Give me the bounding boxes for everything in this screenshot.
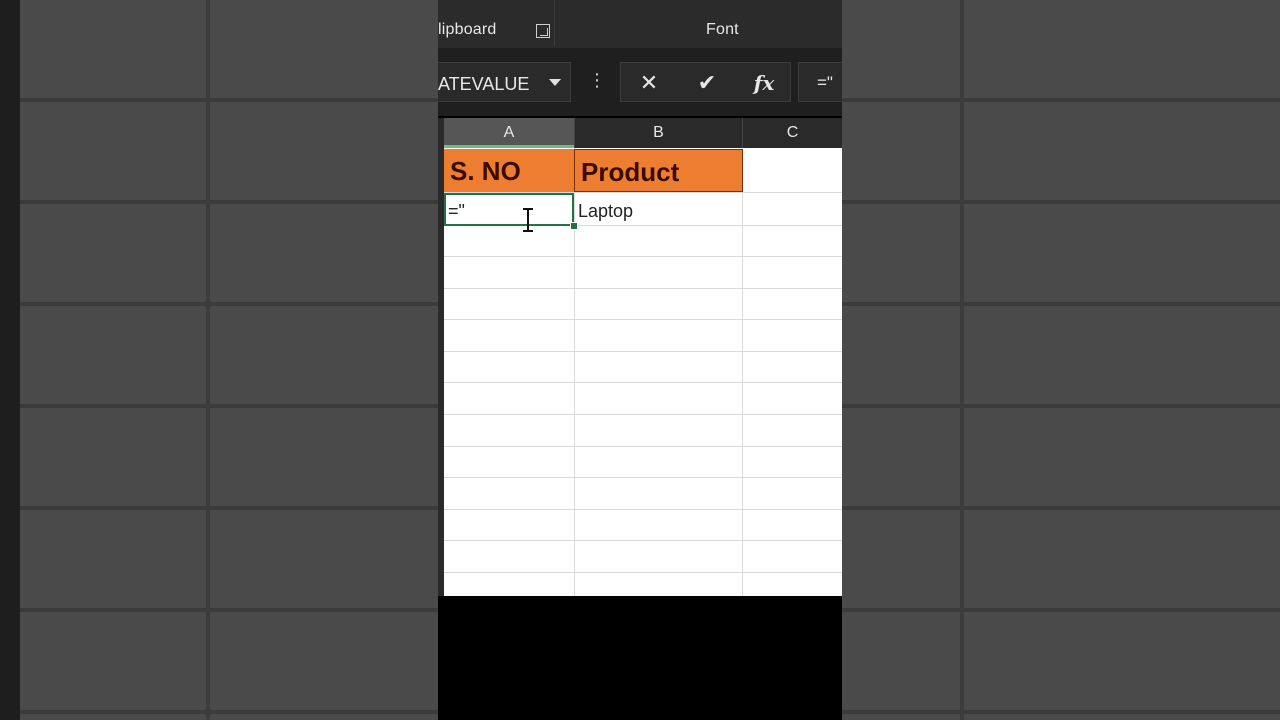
formula-input-value: =" [817, 73, 833, 92]
column-gridline [574, 148, 575, 596]
excel-window: lipboard Font ATEVALUE ⋮ ✕ ✔ fx =" A B C [438, 0, 842, 720]
row-gridline [444, 382, 842, 383]
clipboard-group-label: lipboard [438, 21, 497, 38]
row-gridline [444, 509, 842, 510]
worksheet-grid: S. NO Product =" Laptop [438, 148, 842, 596]
cancel-button[interactable]: ✕ [633, 69, 665, 97]
formula-bar: ATEVALUE ⋮ ✕ ✔ fx =" [438, 48, 842, 116]
name-box-value: ATEVALUE [438, 74, 530, 94]
formula-buttons: ✕ ✔ fx [620, 62, 791, 102]
column-header-a[interactable]: A [444, 118, 574, 148]
row-gridline [444, 351, 842, 352]
name-box[interactable]: ATEVALUE [438, 62, 571, 102]
enter-button[interactable]: ✔ [691, 69, 723, 97]
row-gridline [444, 572, 842, 573]
active-cell-border[interactable] [444, 193, 574, 226]
row-gridline [444, 540, 842, 541]
background-divider [960, 0, 964, 720]
more-options-icon[interactable]: ⋮ [588, 70, 606, 94]
chevron-down-icon[interactable] [549, 79, 561, 86]
row-gridline [444, 414, 842, 415]
background-edge [0, 0, 20, 720]
ribbon-divider [554, 0, 555, 46]
column-header-c[interactable]: C [743, 118, 842, 148]
text-cursor-icon [522, 206, 534, 234]
background-blur-left [20, 0, 438, 720]
row-gridline [444, 256, 842, 257]
background-divider [206, 0, 210, 720]
cell-a1[interactable]: S. NO [444, 149, 575, 192]
row-gridline [444, 446, 842, 447]
dialog-launcher-icon[interactable] [536, 24, 550, 38]
cell-b1[interactable]: Product [574, 149, 743, 192]
background-blur-right [842, 0, 1280, 720]
cell-b2[interactable]: Laptop [578, 201, 633, 222]
column-gridline [742, 148, 743, 596]
font-group-label: Font [706, 21, 739, 38]
formula-input[interactable]: =" [798, 62, 842, 102]
ribbon: lipboard Font [438, 0, 842, 48]
fill-handle[interactable] [570, 222, 578, 230]
insert-function-icon[interactable]: fx [748, 69, 780, 97]
row-gridline [444, 477, 842, 478]
row-gridline [444, 288, 842, 289]
column-header-b[interactable]: B [575, 118, 742, 148]
row-gridline [444, 319, 842, 320]
column-headers: A B C [438, 118, 842, 148]
